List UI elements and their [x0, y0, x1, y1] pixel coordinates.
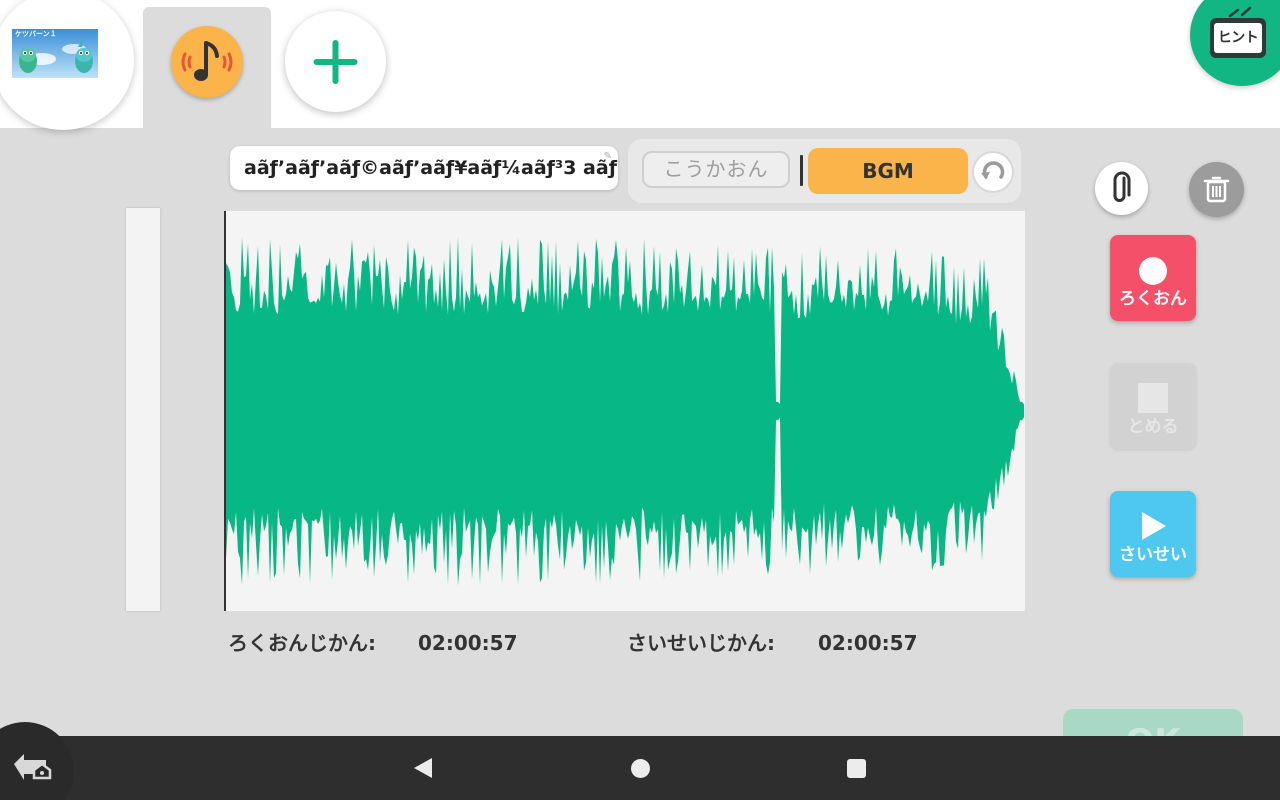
delete-button[interactable]: [1189, 162, 1244, 217]
exit-home-icon: [14, 754, 52, 780]
paperclip-icon: [1113, 171, 1131, 202]
mode-toggle: こうかおん BGM: [628, 139, 1021, 203]
nav-recents-icon[interactable]: [847, 759, 866, 778]
edit-pencil-icon: ✎: [603, 151, 612, 162]
waveform-shape: [226, 236, 1024, 586]
play-time-value: 02:00:57: [818, 631, 918, 655]
add-sound-button[interactable]: [285, 11, 386, 112]
level-meter: [126, 208, 160, 611]
plus-icon: [313, 40, 358, 84]
system-nav-bar: [0, 736, 1280, 800]
play-label: さいせい: [1119, 545, 1187, 565]
nav-home-icon[interactable]: [631, 759, 650, 778]
record-button[interactable]: ろくおん: [1110, 235, 1196, 321]
sound-title-field[interactable]: aãƒ’aãƒ’aãƒ©aãƒ’aãƒ¥aãƒ¼aãƒ³3 aãƒ’a¤ãƒc¥…: [230, 146, 618, 190]
tv-icon: ヒント: [1210, 18, 1266, 58]
exit-button[interactable]: [0, 722, 74, 800]
stop-square-icon: [1138, 383, 1168, 413]
top-bar: ケツバーン１ ヒント: [0, 0, 1280, 130]
record-time-label: ろくおんじかん:: [228, 631, 376, 655]
sound-title-text: aãƒ’aãƒ’aãƒ©aãƒ’aãƒ¥aãƒ¼aãƒ³3 aãƒ’a¤ãƒc¥…: [244, 157, 618, 179]
hint-label: ヒント: [1214, 23, 1262, 53]
attach-button[interactable]: [1095, 162, 1148, 215]
music-note-icon: [171, 26, 243, 98]
thumbnail-title: ケツバーン１: [15, 30, 57, 38]
mode-bgm-button[interactable]: BGM: [808, 148, 968, 194]
stop-button[interactable]: とめる: [1110, 363, 1196, 449]
trash-icon: [1203, 176, 1230, 203]
project-thumbnail-button[interactable]: ケツバーン１: [0, 0, 134, 130]
tab-sound[interactable]: [143, 7, 271, 128]
mode-sfx-button[interactable]: こうかおん: [642, 151, 790, 188]
record-time-value: 02:00:57: [418, 631, 518, 655]
play-button[interactable]: さいせい: [1110, 491, 1196, 577]
waveform-area[interactable]: [224, 211, 1025, 611]
stop-label: とめる: [1127, 417, 1179, 437]
nav-back-icon[interactable]: [414, 758, 432, 778]
reset-icon: [981, 161, 1005, 179]
toggle-divider: [800, 155, 803, 186]
waveform: [226, 236, 1024, 586]
hint-button[interactable]: ヒント: [1190, 0, 1280, 86]
record-dot-icon: [1139, 257, 1167, 285]
record-label: ろくおん: [1119, 289, 1187, 309]
reset-button[interactable]: [972, 151, 1014, 193]
play-time-label: さいせいじかん:: [627, 631, 775, 655]
play-triangle-icon: [1142, 512, 1166, 540]
project-thumbnail: ケツバーン１: [12, 29, 98, 78]
